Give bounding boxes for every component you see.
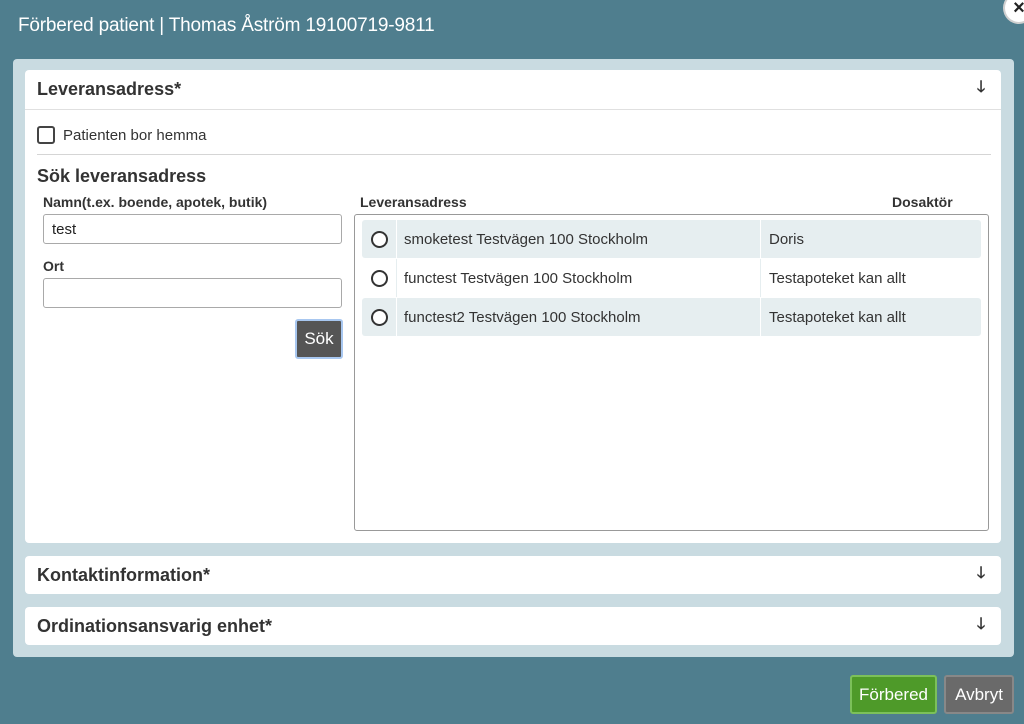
- radio-button[interactable]: [370, 308, 388, 326]
- result-actor: Testapoteket kan allt: [769, 269, 906, 287]
- result-address: functest Testvägen 100 Stockholm: [397, 259, 761, 297]
- result-row[interactable]: functest Testvägen 100 Stockholm Testapo…: [362, 259, 981, 297]
- radio-button[interactable]: [370, 269, 388, 287]
- contact-panel-header[interactable]: Kontaktinformation* 🡓: [25, 556, 1001, 594]
- cancel-button[interactable]: Avbryt: [944, 675, 1014, 714]
- radio-cell: [362, 298, 397, 336]
- results-list: smoketest Testvägen 100 Stockholm Doris …: [354, 214, 989, 531]
- lives-at-home-checkbox[interactable]: [37, 126, 55, 144]
- name-input[interactable]: [43, 214, 342, 244]
- result-row[interactable]: smoketest Testvägen 100 Stockholm Doris: [362, 220, 981, 258]
- result-row[interactable]: functest2 Testvägen 100 Stockholm Testap…: [362, 298, 981, 336]
- prepare-button[interactable]: Förbered: [850, 675, 937, 714]
- lives-at-home-label: Patienten bor hemma: [63, 126, 207, 144]
- delivery-panel-header[interactable]: Leveransadress* 🡓: [25, 70, 1001, 110]
- radio-cell: [362, 220, 397, 258]
- close-icon[interactable]: ×: [1005, 0, 1024, 22]
- radio-button[interactable]: [370, 230, 388, 248]
- contact-panel: Kontaktinformation* 🡓: [25, 556, 1001, 594]
- arrow-down-icon[interactable]: 🡓: [973, 562, 989, 589]
- ordination-panel-header[interactable]: Ordinationsansvarig enhet* 🡓: [25, 607, 1001, 645]
- search-button[interactable]: Sök: [295, 319, 343, 359]
- city-input[interactable]: [43, 278, 342, 308]
- dialog-title: Förbered patient | Thomas Åström 1910071…: [18, 15, 435, 36]
- col-actor-header: Dosaktör: [892, 194, 953, 210]
- lives-at-home-row: Patienten bor hemma: [37, 126, 206, 144]
- search-section-title: Sök leveransadress: [37, 166, 207, 186]
- city-label: Ort: [43, 258, 64, 274]
- ordination-panel: Ordinationsansvarig enhet* 🡓: [25, 607, 1001, 645]
- delivery-panel-title: Leveransadress*: [37, 79, 182, 99]
- result-address: smoketest Testvägen 100 Stockholm: [397, 220, 761, 258]
- delivery-panel: Leveransadress* 🡓 Patienten bor hemma Sö…: [25, 70, 1001, 543]
- contact-panel-title: Kontaktinformation*: [37, 564, 210, 585]
- col-address-header: Leveransadress: [360, 194, 467, 210]
- result-actor: Testapoteket kan allt: [769, 308, 906, 326]
- arrow-down-icon[interactable]: 🡓: [973, 613, 989, 640]
- arrow-down-icon[interactable]: 🡓: [973, 76, 989, 103]
- result-actor: Doris: [769, 230, 805, 248]
- divider: [37, 154, 991, 155]
- result-address: functest2 Testvägen 100 Stockholm: [397, 298, 761, 336]
- ordination-panel-title: Ordinationsansvarig enhet*: [37, 615, 273, 636]
- radio-cell: [362, 259, 397, 297]
- name-label: Namn(t.ex. boende, apotek, butik): [43, 194, 268, 210]
